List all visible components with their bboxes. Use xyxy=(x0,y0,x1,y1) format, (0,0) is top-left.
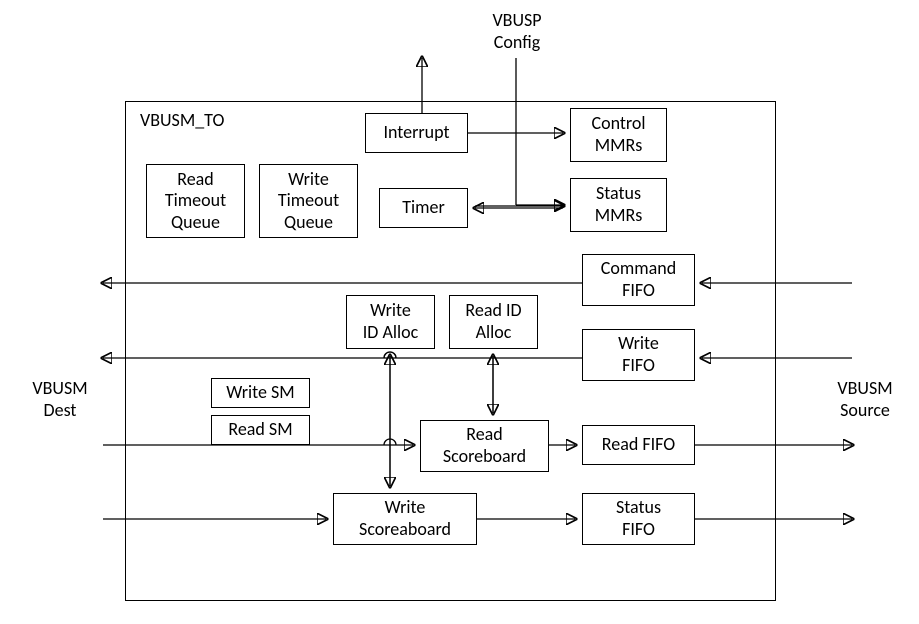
block-read-timeout-queue: Read Timeout Queue xyxy=(146,164,245,238)
label-vbusp-config: VBUSP Config xyxy=(477,10,557,53)
block-write-id-alloc: Write ID Alloc xyxy=(346,295,435,349)
block-write-fifo: Write FIFO xyxy=(582,329,695,381)
block-command-fifo: Command FIFO xyxy=(582,254,695,306)
block-read-id-alloc: Read ID Alloc xyxy=(449,295,538,349)
block-read-sm: Read SM xyxy=(211,415,310,445)
block-write-sm: Write SM xyxy=(211,378,310,408)
module-title: VBUSM_TO xyxy=(140,110,224,132)
block-status-fifo: Status FIFO xyxy=(582,493,695,545)
block-read-scoreboard: Read Scoreboard xyxy=(420,420,549,472)
block-write-scoreaboard: Write Scoreaboard xyxy=(333,493,477,545)
block-write-timeout-queue: Write Timeout Queue xyxy=(259,164,358,238)
block-timer: Timer xyxy=(379,188,468,228)
block-status-mmrs: Status MMRs xyxy=(570,178,667,232)
label-vbusm-source: VBUSM Source xyxy=(825,378,905,421)
block-read-fifo: Read FIFO xyxy=(582,425,695,465)
block-interrupt: Interrupt xyxy=(365,113,468,153)
label-vbusm-dest: VBUSM Dest xyxy=(20,378,100,421)
block-control-mmrs: Control MMRs xyxy=(570,108,667,162)
